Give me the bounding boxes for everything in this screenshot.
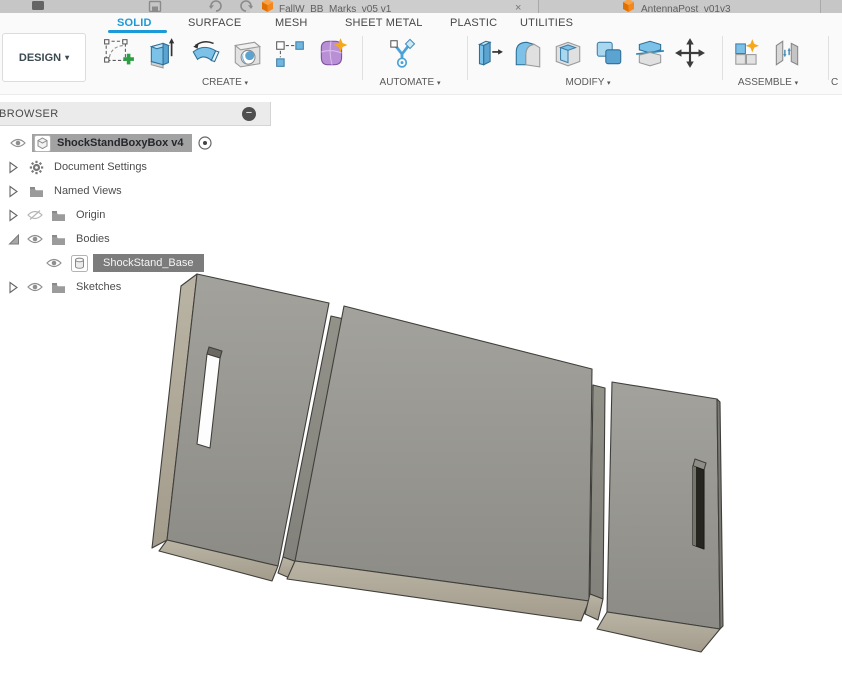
design-dropdown[interactable]: DESIGN ▾ <box>2 33 86 82</box>
automate-label-text: AUTOMATE <box>380 77 435 88</box>
shell-icon[interactable] <box>552 37 584 69</box>
create-group-label[interactable]: CREATE ▾ <box>160 77 290 88</box>
chevron-down-icon: ▾ <box>437 80 441 87</box>
row-label: Document Settings <box>54 161 147 173</box>
document-tab-bar: FallW_BB_Marks_v05 v1 × AntennaPost_v01v… <box>0 0 842 13</box>
hole-icon[interactable] <box>231 37 263 69</box>
row-label: Named Views <box>54 185 122 197</box>
collapse-browser-button[interactable]: − <box>242 107 256 121</box>
next-group-partial-label: C <box>831 77 838 88</box>
browser-row-shockstand-base[interactable]: ShockStand_Base <box>0 254 204 272</box>
tab1-label[interactable]: FallW_BB_Marks_v05 v1 <box>279 0 391 13</box>
folder-icon <box>51 281 66 294</box>
tab2-label[interactable]: AntennaPost_v01v3 <box>641 0 731 13</box>
chevron-down-icon: ▾ <box>795 80 799 87</box>
model-body[interactable] <box>152 274 723 652</box>
group-divider <box>467 36 468 80</box>
browser-title: BROWSER <box>0 108 59 120</box>
root-selection[interactable]: ShockStandBoxyBox v4 <box>32 134 192 152</box>
browser-row-root[interactable]: ShockStandBoxyBox v4 <box>0 134 213 152</box>
eye-icon[interactable] <box>10 137 26 149</box>
tab-sheet-metal[interactable]: SHEET METAL <box>345 17 423 29</box>
tab-mesh[interactable]: MESH <box>275 17 308 29</box>
group-divider <box>722 36 723 80</box>
expand-arrow-icon[interactable] <box>8 185 19 198</box>
center-panel-front-face[interactable] <box>295 306 592 601</box>
eye-icon[interactable] <box>46 257 62 269</box>
design-label: DESIGN <box>19 52 61 64</box>
split-body-icon[interactable] <box>634 37 666 69</box>
redo-icon[interactable] <box>238 0 254 12</box>
revolve-icon[interactable] <box>189 37 221 69</box>
chevron-down-icon: ▾ <box>65 53 69 62</box>
ribbon-toolbar: DESIGN ▾ SOLID SURFACE MESH SHEET METAL … <box>0 13 842 95</box>
create-form-icon[interactable] <box>316 37 348 69</box>
gear-icon <box>29 160 44 175</box>
body-label: ShockStand_Base <box>103 257 194 269</box>
expand-arrow-icon[interactable] <box>8 281 19 294</box>
row-label: Bodies <box>76 233 110 245</box>
browser-row-named-views[interactable]: Named Views <box>0 182 122 200</box>
undo-icon[interactable] <box>208 0 224 12</box>
eye-off-icon[interactable] <box>27 209 43 221</box>
folder-icon <box>51 209 66 222</box>
root-component-label: ShockStandBoxyBox v4 <box>57 137 184 149</box>
collapse-arrow-icon[interactable] <box>8 233 20 246</box>
apps-grid-icon[interactable] <box>30 0 46 12</box>
new-component-icon[interactable] <box>731 37 763 69</box>
chevron-down-icon: ▾ <box>245 80 249 87</box>
tab1-close-icon[interactable]: × <box>515 0 521 13</box>
active-tab-underline <box>108 30 167 33</box>
modify-group-label[interactable]: MODIFY ▾ <box>523 77 653 88</box>
eye-icon[interactable] <box>27 281 43 293</box>
tab-surface[interactable]: SURFACE <box>188 17 241 29</box>
component-document-icon <box>34 135 51 152</box>
browser-row-bodies[interactable]: Bodies <box>0 230 110 248</box>
automate-group-label[interactable]: AUTOMATE ▾ <box>345 77 475 88</box>
group-divider <box>362 36 363 80</box>
chevron-down-icon: ▾ <box>607 80 611 87</box>
bend-face-2[interactable] <box>590 385 605 599</box>
fusion-document-icon <box>260 0 275 13</box>
tab-plastic[interactable]: PLASTIC <box>450 17 497 29</box>
assemble-label-text: ASSEMBLE <box>738 77 792 88</box>
save-icon[interactable] <box>147 0 163 12</box>
pattern-icon[interactable] <box>274 37 306 69</box>
browser-row-origin[interactable]: Origin <box>0 206 105 224</box>
body-icon <box>71 255 88 272</box>
eye-icon[interactable] <box>27 233 43 245</box>
row-label: Sketches <box>76 281 121 293</box>
combine-icon[interactable] <box>593 37 625 69</box>
assemble-group-label[interactable]: ASSEMBLE ▾ <box>703 77 833 88</box>
move-icon[interactable] <box>674 37 706 69</box>
expand-arrow-icon[interactable] <box>8 209 19 222</box>
folder-icon <box>29 185 44 198</box>
press-pull-icon[interactable] <box>472 37 504 69</box>
browser-row-document-settings[interactable]: Document Settings <box>0 158 147 176</box>
row-label: Origin <box>76 209 105 221</box>
fillet-icon[interactable] <box>512 37 544 69</box>
activate-component-radio[interactable] <box>197 135 213 151</box>
expand-arrow-icon[interactable] <box>8 161 19 174</box>
tab-utilities[interactable]: UTILITIES <box>520 17 573 29</box>
browser-row-sketches[interactable]: Sketches <box>0 278 121 296</box>
create-label-text: CREATE <box>202 77 242 88</box>
modify-label-text: MODIFY <box>565 77 604 88</box>
group-divider <box>828 36 829 80</box>
extrude-icon[interactable] <box>146 37 178 69</box>
joint-icon[interactable] <box>771 37 803 69</box>
automate-icon[interactable] <box>386 37 418 69</box>
fusion-document-icon <box>621 0 636 13</box>
create-sketch-icon[interactable] <box>103 37 135 69</box>
browser-panel-header[interactable]: BROWSER − <box>0 102 271 126</box>
tab-separator <box>538 0 539 13</box>
folder-icon <box>51 233 66 246</box>
tab-separator <box>820 0 821 13</box>
tab-solid[interactable]: SOLID <box>117 17 152 29</box>
body-selection[interactable]: ShockStand_Base <box>93 254 204 272</box>
right-slot-highlight <box>693 466 696 546</box>
